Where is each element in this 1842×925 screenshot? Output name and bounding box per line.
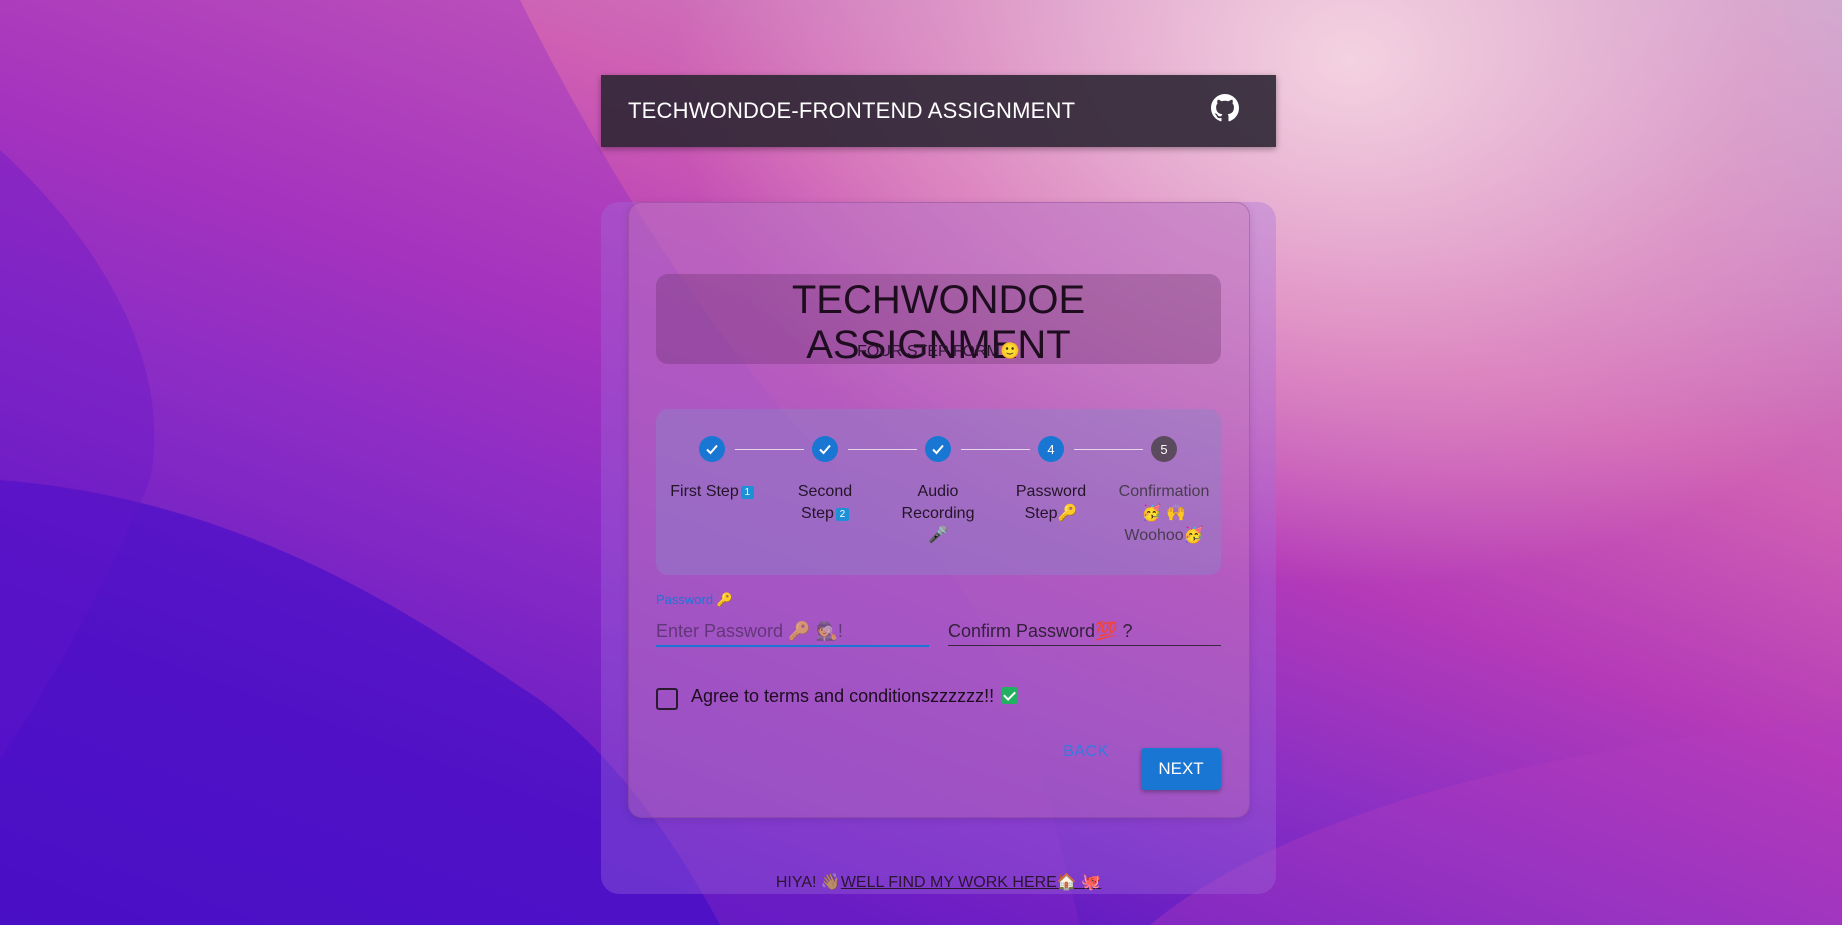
step-1-label: First Step 1: [657, 481, 767, 503]
step-5-number: 5: [1151, 436, 1177, 462]
password-input[interactable]: [656, 614, 929, 648]
step-3-check-icon: [925, 436, 951, 462]
footer: HIYA! 👋🏽WELL FIND MY WORK HERE🏠 🐙: [601, 872, 1276, 892]
footer-greeting: HIYA! 👋🏽: [775, 874, 841, 891]
page-subtitle: FOUR STEP FORM🙂: [857, 343, 1020, 360]
app-title: TECHWONDOE-FRONTEND ASSIGNMENT: [628, 98, 1076, 123]
heading-box: TECHWONDOE ASSIGNMENT FOUR STEP FORM🙂: [656, 274, 1221, 367]
confirm-password-input[interactable]: [948, 614, 1221, 648]
password-label: Password 🔑: [656, 592, 733, 607]
terms-checkbox[interactable]: [656, 688, 678, 710]
step-1-label-text: First Step: [670, 483, 739, 500]
step-1-badge: 1: [740, 486, 754, 499]
step-connector: [735, 449, 804, 450]
footer-link[interactable]: WELL FIND MY WORK HERE🏠 🐙: [841, 874, 1101, 891]
app-bar: TECHWONDOE-FRONTEND ASSIGNMENT: [601, 75, 1276, 147]
check-mark-icon: [1001, 687, 1019, 704]
terms-label-text: Agree to terms and conditionszzzzzz!!: [691, 686, 995, 706]
step-connector: [848, 449, 917, 450]
step-2-badge: 2: [835, 508, 849, 521]
github-icon[interactable]: [1210, 93, 1240, 123]
password-underline: [656, 645, 929, 647]
step-4-number: 4: [1038, 436, 1064, 462]
step-2-check-icon: [812, 436, 838, 462]
step-1-check-icon: [699, 436, 725, 462]
step-connector: [961, 449, 1030, 450]
step-connector: [1074, 449, 1143, 450]
step-5-label: Confirmation 🥳 🙌 Woohoo🥳: [1118, 483, 1210, 544]
confirm-password-underline: [948, 645, 1221, 646]
step-4-label: Password Step🔑: [1015, 483, 1087, 522]
back-button[interactable]: BACK: [1052, 743, 1120, 767]
step-3-label: Audio Recording 🎤: [901, 483, 975, 544]
next-button[interactable]: NEXT: [1141, 748, 1221, 790]
step-2-label: Second Step 2: [780, 481, 870, 525]
terms-label[interactable]: Agree to terms and conditionszzzzzz!!: [691, 686, 1019, 707]
